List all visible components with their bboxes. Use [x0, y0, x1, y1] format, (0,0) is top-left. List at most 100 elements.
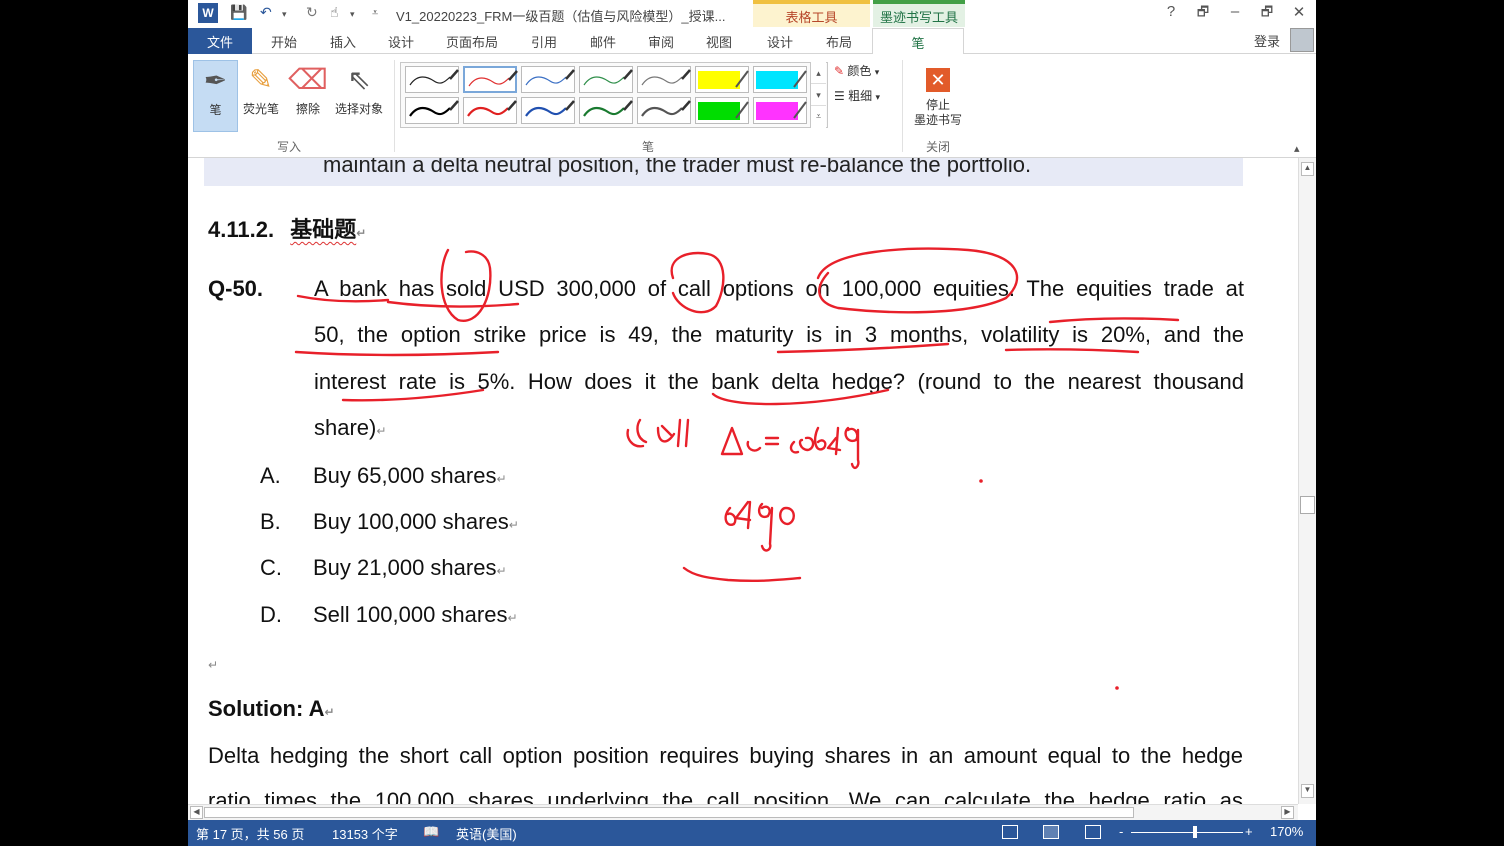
help-button[interactable]: ?: [1156, 3, 1186, 20]
context-tab-table-tools: 表格工具: [753, 0, 870, 27]
zoom-level[interactable]: 170%: [1270, 824, 1303, 839]
section-title: 基础题: [290, 217, 357, 242]
pen-styles-gallery: [400, 62, 828, 128]
paragraph-mark-icon: ↵: [508, 518, 519, 532]
question-line-text: share): [314, 415, 377, 440]
highlighter-button-label: 荧光笔: [242, 102, 279, 116]
gallery-scroll[interactable]: ▴ ▾ ⩡: [810, 62, 826, 128]
proofing-icon[interactable]: 📖: [423, 824, 439, 840]
group-label-pens: 笔: [642, 140, 655, 154]
word-app-icon: W: [198, 3, 218, 23]
scroll-down-icon[interactable]: ▼: [1301, 784, 1314, 798]
tab-page-layout[interactable]: 页面布局: [446, 32, 498, 51]
eraser-button[interactable]: ⌫ 擦除: [285, 60, 331, 132]
tab-table-layout[interactable]: 布局: [826, 32, 852, 51]
solution-line: Delta hedging the short call option posi…: [208, 743, 1243, 768]
option-text-value: Buy 65,000 shares: [313, 463, 497, 488]
tab-file[interactable]: 文件: [188, 28, 252, 54]
pen-style-swatch[interactable]: [695, 66, 749, 93]
section-number: 4.11.2.: [208, 217, 275, 242]
gallery-up-icon[interactable]: ▴: [811, 62, 826, 84]
vertical-scrollbar[interactable]: ▲ ▼: [1298, 158, 1316, 804]
undo-icon[interactable]: ↶: [260, 4, 272, 24]
pen-style-swatch[interactable]: [405, 97, 459, 124]
zoom-out-button[interactable]: -: [1119, 824, 1123, 839]
zoom-slider-thumb[interactable]: [1193, 826, 1197, 838]
touch-mode-icon[interactable]: ☝: [330, 4, 339, 24]
ribbon-display-options-button[interactable]: 🗗: [1188, 3, 1218, 25]
select-objects-button-label: 选择对象: [334, 102, 383, 116]
pen-style-swatch[interactable]: [579, 97, 633, 124]
close-button[interactable]: ✕: [1284, 3, 1314, 21]
scroll-up-icon[interactable]: ▲: [1301, 162, 1314, 176]
customize-qat-icon[interactable]: ⩡: [372, 7, 378, 27]
read-mode-icon[interactable]: [1002, 825, 1018, 839]
pen-style-swatch[interactable]: [463, 97, 517, 124]
gallery-more-icon[interactable]: ⩡: [811, 106, 826, 126]
ink-dot: [1115, 686, 1119, 690]
eraser-button-label: 擦除: [295, 102, 320, 116]
tab-mailings[interactable]: 邮件: [590, 32, 616, 51]
gallery-down-icon[interactable]: ▾: [811, 84, 826, 106]
solution-line: ratio times the 100,000 shares underlyin…: [208, 788, 1243, 804]
highlighter-icon: ✎: [249, 64, 273, 95]
document-page[interactable]: maintain a delta neutral position, the t…: [188, 158, 1298, 804]
pen-style-swatch[interactable]: [753, 97, 807, 124]
touch-dropdown-icon[interactable]: ▾: [350, 9, 355, 29]
save-icon[interactable]: 💾: [230, 4, 247, 24]
redo-icon[interactable]: ↻: [306, 4, 318, 24]
note-box: maintain a delta neutral position, the t…: [204, 158, 1243, 186]
pen-button[interactable]: ✒ 笔: [193, 60, 238, 132]
tab-design[interactable]: 设计: [388, 32, 414, 51]
highlighter-button[interactable]: ✎ 荧光笔: [238, 60, 284, 132]
scroll-left-icon[interactable]: ◀: [190, 806, 203, 819]
pen-style-swatch[interactable]: [463, 66, 518, 93]
maximize-button[interactable]: 🗗: [1252, 3, 1282, 25]
collapse-ribbon-icon[interactable]: ▴: [1294, 142, 1300, 155]
ink-dot: [979, 479, 983, 483]
avatar[interactable]: [1290, 28, 1314, 52]
vertical-scroll-thumb[interactable]: [1300, 496, 1315, 514]
title-bar: W 💾 ↶ ▾ ↻ ☝ ▾ ⩡ V1_20220223_FRM一级百题（估值与风…: [188, 0, 1316, 28]
pen-style-swatch[interactable]: [521, 66, 575, 93]
pen-style-swatch[interactable]: [521, 97, 575, 124]
ink-underline: [294, 350, 500, 357]
eraser-icon: ⌫: [288, 64, 328, 95]
tab-insert[interactable]: 插入: [330, 32, 356, 51]
pen-style-swatch[interactable]: [753, 66, 807, 93]
solution-label: Solution: A↵: [208, 696, 335, 722]
word-count[interactable]: 13153 个字: [332, 824, 398, 843]
tab-home[interactable]: 开始: [271, 32, 297, 51]
undo-dropdown-icon[interactable]: ▾: [282, 9, 287, 29]
pen-style-swatch[interactable]: [637, 97, 691, 124]
pen-style-swatch[interactable]: [695, 97, 749, 124]
print-layout-icon[interactable]: [1043, 825, 1059, 839]
horizontal-scroll-thumb[interactable]: [204, 807, 1134, 818]
sign-in-link[interactable]: 登录: [1254, 31, 1280, 50]
select-objects-button[interactable]: ⇖ 选择对象: [331, 60, 387, 132]
scroll-right-icon[interactable]: ▶: [1281, 806, 1294, 819]
pen-color-dropdown[interactable]: ✎ 颜色 ▾: [834, 62, 879, 79]
chevron-down-icon: ▾: [875, 92, 880, 102]
tab-review[interactable]: 审阅: [648, 32, 674, 51]
zoom-slider[interactable]: [1131, 832, 1243, 833]
minimize-button[interactable]: –: [1220, 3, 1250, 20]
ink-underline: [1004, 348, 1140, 354]
pen-style-swatch[interactable]: [637, 66, 691, 93]
page-count[interactable]: 第 17 页，共 56 页: [196, 824, 304, 843]
pen-thickness-dropdown[interactable]: ☰ 粗细 ▾: [834, 87, 880, 104]
stop-inking-button[interactable]: ✕ 停止 墨迹书写: [908, 60, 968, 132]
pen-style-swatch[interactable]: [405, 66, 459, 93]
tab-pen[interactable]: 笔: [872, 28, 964, 55]
zoom-in-button[interactable]: +: [1245, 824, 1253, 839]
horizontal-scrollbar[interactable]: ◀ ▶: [188, 804, 1298, 820]
tab-table-design[interactable]: 设计: [767, 32, 793, 51]
tab-view[interactable]: 视图: [706, 32, 732, 51]
question-line: A bank has sold USD 300,000 of call opti…: [314, 276, 1244, 301]
paragraph-mark-icon: ↵: [496, 472, 507, 486]
paragraph-mark-icon: ↵: [208, 658, 219, 672]
pen-style-swatch[interactable]: [579, 66, 633, 93]
tab-references[interactable]: 引用: [531, 32, 557, 51]
language-indicator[interactable]: 英语(美国): [456, 824, 517, 843]
web-layout-icon[interactable]: [1085, 825, 1101, 839]
